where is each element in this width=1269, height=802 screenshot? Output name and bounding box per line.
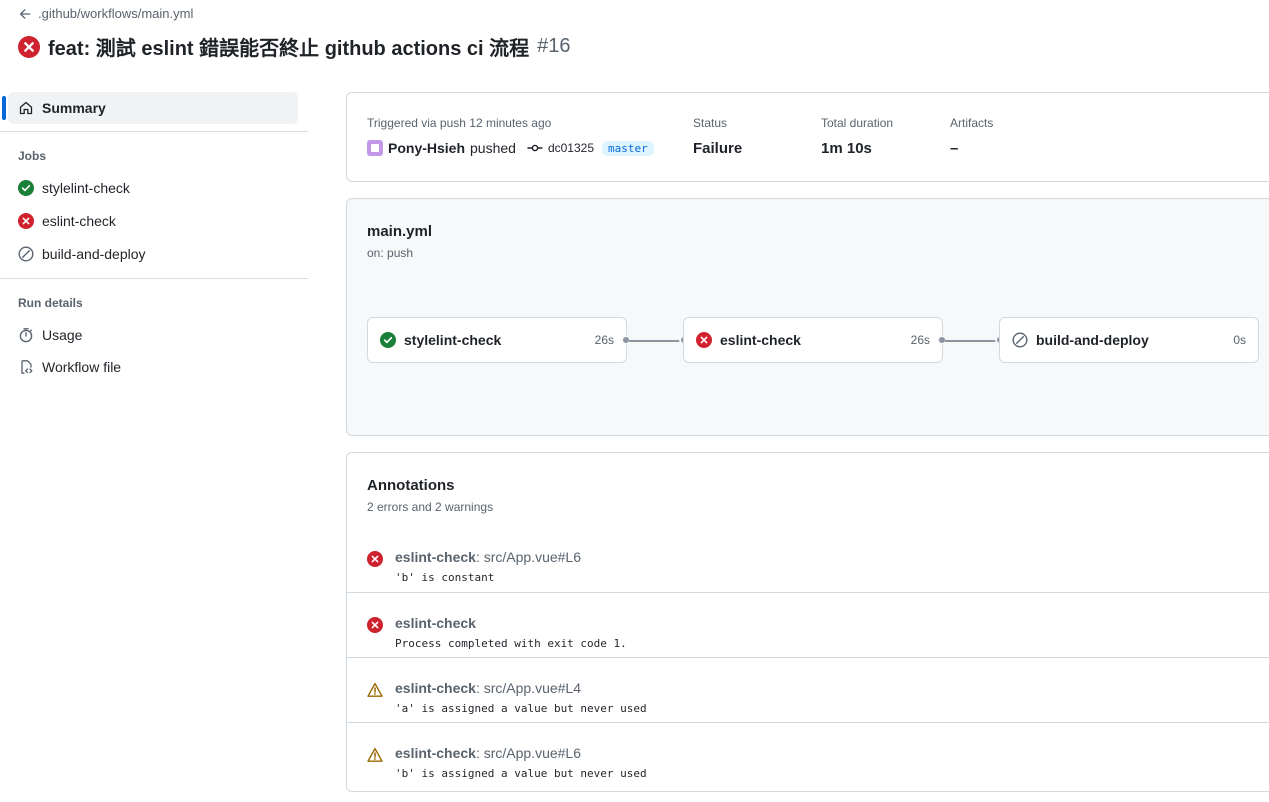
sidebar-item-workflow-file[interactable]: Workflow file [18,359,121,375]
jobs-heading: Jobs [18,149,47,163]
artifacts-value: – [950,140,959,157]
annotation-item: eslint-check: src/App.vue#L4 'a' is assi… [347,657,1269,722]
x-circle-fill-icon [18,35,40,58]
sidebar-item-label: stylelint-check [42,180,130,196]
job-name: eslint-check [720,332,801,348]
x-circle-icon [18,213,34,229]
pusher-row: Pony-Hsieh pushed dc01325 master [367,140,654,156]
check-circle-icon [380,332,396,348]
annotation-job: eslint-check [395,745,476,761]
sidebar-item-eslint-check[interactable]: eslint-check [18,213,116,229]
annotation-message: 'a' is assigned a value but never used [395,702,647,715]
annotation-item: eslint-check Process completed with exit… [347,592,1269,657]
sidebar-item-label: Workflow file [42,359,122,375]
sidebar-item-label: Summary [42,100,106,116]
check-circle-icon [18,180,34,196]
commit-sha-link[interactable]: dc01325 [548,141,594,155]
status-label: Status [693,116,728,130]
commit-icon [527,144,543,152]
job-duration: 26s [910,333,930,347]
job-node-eslint-check[interactable]: eslint-check 26s [683,317,943,363]
sidebar-item-summary[interactable]: Summary [2,92,298,124]
arrow-left-icon [19,8,31,19]
home-icon [19,101,33,115]
annotation-location: : src/App.vue#L6 [475,745,581,761]
status-value: Failure [693,140,743,157]
sidebar-item-stylelint-check[interactable]: stylelint-check [18,180,130,196]
annotation-location: : src/App.vue#L4 [475,680,581,696]
workflow-name: main.yml [367,223,433,240]
annotation-link[interactable]: eslint-check [395,615,476,631]
x-circle-icon [367,551,383,567]
back-link[interactable]: .github/workflows/main.yml [18,6,193,21]
sidebar-item-label: build-and-deploy [42,246,146,262]
annotation-location: : src/App.vue#L6 [475,549,581,565]
alert-triangle-icon [367,682,383,697]
avatar[interactable] [367,140,383,156]
branch-badge[interactable]: master [602,140,654,156]
trigger-info: Triggered via push 12 minutes ago Pony-H… [367,116,654,156]
job-node-build-and-deploy[interactable]: build-and-deploy 0s [999,317,1259,363]
back-link-label: .github/workflows/main.yml [38,6,194,21]
workflow-graph-card: main.yml on: push stylelint-check 26s es… [346,198,1269,436]
sidebar-divider [0,131,308,132]
annotations-title: Annotations [367,477,455,494]
page-title: feat: 測試 eslint 錯誤能否終止 github actions ci… [48,38,530,60]
x-circle-icon [367,617,383,633]
job-connector [629,340,681,342]
run-summary-card: Triggered via push 12 minutes ago Pony-H… [346,92,1269,182]
annotation-link[interactable]: eslint-check: src/App.vue#L6 [395,745,581,761]
job-name: build-and-deploy [1036,332,1149,348]
job-duration: 0s [1233,333,1246,347]
annotation-job: eslint-check [395,549,476,565]
job-connector [945,340,997,342]
sidebar: Summary [0,88,308,124]
artifacts-label: Artifacts [950,116,994,130]
sidebar-item-label: eslint-check [42,213,116,229]
trigger-label: Triggered via push 12 minutes ago [367,116,552,130]
artifacts-info: Artifacts – [950,116,993,157]
pushed-word: pushed [470,140,516,156]
status-info: Status Failure [693,116,742,157]
run-number: #16 [537,35,571,57]
annotation-message: Process completed with exit code 1. [395,637,627,650]
annotation-link[interactable]: eslint-check: src/App.vue#L6 [395,549,581,565]
x-circle-icon [696,332,712,348]
skip-icon [1012,332,1028,348]
page-title-row: feat: 測試 eslint 錯誤能否終止 github actions ci… [18,32,571,61]
sidebar-divider [0,278,308,279]
annotation-message: 'b' is constant [395,571,495,584]
sidebar-item-label: Usage [42,327,83,343]
annotations-card: Annotations 2 errors and 2 warnings esli… [346,452,1269,792]
stopwatch-icon [19,328,33,343]
sidebar-item-usage[interactable]: Usage [18,327,82,343]
annotation-job: eslint-check [395,615,476,631]
sidebar-item-build-and-deploy[interactable]: build-and-deploy [18,246,146,262]
duration-label: Total duration [821,116,894,130]
annotation-job: eslint-check [395,680,476,696]
annotation-link[interactable]: eslint-check: src/App.vue#L4 [395,680,581,696]
skip-icon [18,246,34,262]
job-name: stylelint-check [404,332,502,348]
annotations-subtitle: 2 errors and 2 warnings [367,500,494,514]
pusher-name[interactable]: Pony-Hsieh [388,140,465,156]
workflow-trigger: on: push [367,246,414,260]
job-duration: 26s [594,333,614,347]
alert-triangle-icon [367,747,383,762]
annotation-item: eslint-check: src/App.vue#L6 'b' is cons… [347,527,1269,592]
duration-info: Total duration 1m 10s [821,116,893,157]
run-details-heading: Run details [18,296,83,310]
job-node-stylelint-check[interactable]: stylelint-check 26s [367,317,627,363]
annotation-item: eslint-check: src/App.vue#L6 'b' is assi… [347,722,1269,787]
annotation-message: 'b' is assigned a value but never used [395,767,647,780]
file-code-icon [21,360,33,374]
duration-value: 1m 10s [821,140,872,157]
